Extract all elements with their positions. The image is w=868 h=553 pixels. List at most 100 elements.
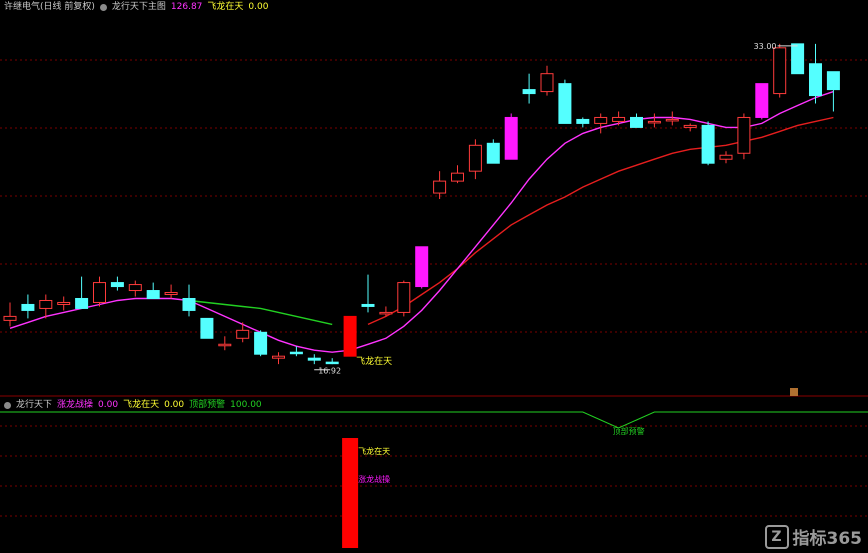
candle <box>468 139 482 180</box>
candle-body <box>289 351 303 355</box>
candle-body <box>75 297 89 309</box>
candle-body <box>110 282 124 288</box>
candle-body <box>39 299 53 309</box>
candle-body <box>164 292 178 296</box>
candle <box>612 111 626 126</box>
candle <box>21 294 35 319</box>
candle-body <box>57 301 71 305</box>
candle <box>361 274 375 313</box>
candle <box>343 315 357 357</box>
candle-body <box>504 116 518 160</box>
candle <box>540 65 554 96</box>
candle <box>630 113 643 128</box>
indicator-pane: 飞龙在天涨龙战操 顶部预警 <box>0 411 868 548</box>
candle <box>128 280 142 297</box>
candle-body <box>325 361 339 365</box>
candle <box>558 79 572 124</box>
low-marker-label: 16.92 <box>318 367 341 376</box>
candle-body <box>128 284 142 292</box>
candle-body <box>773 47 787 95</box>
candle <box>809 43 822 104</box>
candle <box>397 280 411 317</box>
candle <box>773 43 787 98</box>
candle <box>701 121 715 166</box>
candle-body <box>21 303 35 311</box>
candle <box>433 171 447 200</box>
candle-body <box>397 282 411 313</box>
candle-body <box>272 355 285 359</box>
candle <box>57 296 71 311</box>
candles <box>3 43 840 365</box>
candle <box>522 73 536 104</box>
candle <box>182 284 196 317</box>
candle <box>325 358 339 365</box>
candle <box>451 165 464 184</box>
candle-body <box>254 331 268 355</box>
candle-body <box>433 180 447 194</box>
high-marker-label: 33.00 <box>754 42 777 51</box>
candle <box>218 336 232 351</box>
candle-body <box>737 116 751 154</box>
candle <box>75 276 89 309</box>
candle-body <box>379 311 393 315</box>
candle-body <box>647 120 661 124</box>
candle-body <box>540 73 554 93</box>
top-warning-label: 顶部预警 <box>613 426 645 436</box>
candle-body <box>719 154 733 160</box>
candle-body <box>343 315 357 357</box>
feilong-bar <box>342 438 359 548</box>
candle <box>486 139 500 164</box>
candle-body <box>182 297 196 311</box>
candle <box>236 322 250 343</box>
watermark-text: 指标365 <box>792 529 863 549</box>
candle-body <box>809 63 822 97</box>
candle-body <box>468 144 482 172</box>
candle <box>415 246 429 289</box>
candle-body <box>826 71 840 91</box>
candle <box>647 113 661 128</box>
candle-body <box>200 317 214 339</box>
candle-body <box>701 124 715 164</box>
settings-icon <box>790 388 798 396</box>
candle-body <box>665 118 679 122</box>
candle-body <box>755 83 769 118</box>
candle-body <box>576 118 590 124</box>
candle <box>164 284 178 299</box>
candle <box>683 123 697 132</box>
candle-body <box>683 124 697 128</box>
candle-body <box>307 357 321 361</box>
candle-body <box>486 142 500 164</box>
feilong-bar-label: 飞龙在天 <box>358 446 390 456</box>
candle-body <box>451 172 464 182</box>
zhanglong-bar-label: 涨龙战操 <box>358 474 390 484</box>
candle <box>576 117 590 128</box>
candle-body <box>522 89 536 95</box>
candle <box>93 276 106 307</box>
candle-body <box>612 116 626 122</box>
candle <box>791 43 805 75</box>
candle-body <box>146 290 160 299</box>
candle-body <box>361 303 375 307</box>
candle-body <box>236 329 250 339</box>
candle <box>307 354 321 365</box>
candle <box>719 151 733 164</box>
candle <box>379 306 393 317</box>
candle-body <box>3 315 17 321</box>
candle-body <box>791 43 805 75</box>
candle-body <box>558 83 572 124</box>
candle <box>110 276 124 291</box>
chart-canvas[interactable]: 飞龙在天涨龙战操 顶部预警 33.00 16.92 飞龙在天 <box>0 0 868 553</box>
candle <box>146 282 160 299</box>
candle-body <box>630 116 643 128</box>
feilong-signal-label: 飞龙在天 <box>356 355 392 367</box>
candle <box>3 302 17 327</box>
candle <box>272 352 285 365</box>
candle <box>737 113 751 160</box>
annotations: 33.00 16.92 飞龙在天 <box>314 42 798 396</box>
candle <box>594 113 608 134</box>
candle <box>826 71 840 112</box>
candle <box>755 83 769 120</box>
candle <box>200 317 214 339</box>
candle <box>254 330 268 357</box>
candle-body <box>93 282 106 303</box>
